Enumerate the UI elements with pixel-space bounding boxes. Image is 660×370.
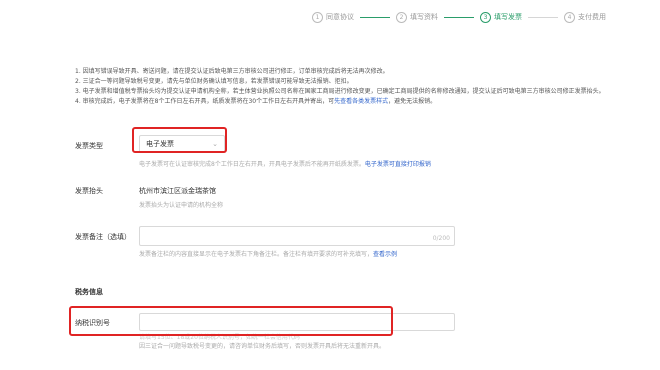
notice-text: ，避免无法报销。: [388, 98, 437, 105]
tax-id-hint-2: 因三证合一问题导致税号变更的，请咨询单位财务后填写，否则发票开具后将无法重新开具…: [139, 343, 386, 350]
notice-item: 3. 电子发票和增值税专票抬头均为提交认证申请机构全称，若主体营业执照公司名称在…: [75, 88, 605, 95]
progress-steps: 1 同意协议 2 填写资料 3 填写发票 4 支付费用: [312, 9, 660, 25]
remark-example-link[interactable]: 查看示例: [373, 251, 397, 258]
step-info: 2 填写资料: [396, 11, 438, 23]
tax-id-input[interactable]: [139, 313, 455, 331]
step-agree: 1 同意协议: [312, 11, 354, 23]
invoice-remark-hint: 发票备注栏的内容直接显示在电子发票右下角备注栏。备注栏有填开要求的可补充填写，查…: [139, 249, 397, 258]
print-invoice-link[interactable]: 电子发票可直接打印报销: [365, 161, 431, 168]
tax-id-hint: 请填写15位、18或20位纳税人识别号，如统一社会信用代码: [139, 334, 300, 341]
step-label: 同意协议: [326, 13, 354, 21]
invoice-type-hint: 电子发票可在认证审核完成8个工作日左右开具，开具电子发票后不能再开纸质发票。电子…: [139, 159, 431, 168]
invoice-type-label: 发票类型: [75, 142, 103, 150]
char-counter: 0/200: [432, 235, 450, 242]
step-number: 3: [480, 11, 491, 23]
invoice-type-value: 电子发票: [146, 140, 174, 148]
invoice-sample-link[interactable]: 先查看各类发票样式: [334, 98, 388, 105]
invoice-remark-textarea[interactable]: 0/200: [139, 226, 455, 246]
step-number: 2: [396, 11, 407, 23]
chevron-down-icon: ⌄: [212, 140, 218, 148]
step-label: 填写发票: [494, 13, 522, 21]
step-label: 支付费用: [578, 13, 606, 21]
step-connector: [528, 16, 558, 18]
notice-list: 1. 因填写错误导致开具、寄送问题，请在提交认证后致电第三方审核公司进行修正，订…: [75, 67, 657, 107]
step-number: 4: [564, 11, 575, 23]
step-label: 填写资料: [410, 13, 438, 21]
step-pay: 4 支付费用: [564, 11, 606, 23]
notice-item: 2. 三证合一等问题导致税号变更，请先与单位财务确认填写信息，若发票错误可能导致…: [75, 78, 353, 85]
hint-text: 发票备注栏的内容直接显示在电子发票右下角备注栏。备注栏有填开要求的可补充填写，: [139, 251, 374, 258]
step-connector: [444, 16, 474, 18]
invoice-title-value: 杭州市滨江区派金瑞茶馆: [139, 187, 216, 195]
tax-id-label: 纳税识别号: [75, 319, 110, 327]
notice-item: 1. 因填写错误导致开具、寄送问题，请在提交认证后致电第三方审核公司进行修正，订…: [75, 68, 389, 75]
notice-item: 4. 审核完成后，电子发票将在8个工作日左右开具，纸质发票将在30个工作日左右开…: [75, 97, 657, 107]
invoice-title-label: 发票抬头: [75, 187, 103, 195]
invoice-remark-label: 发票备注（选填）: [75, 233, 131, 241]
invoice-title-hint: 发票抬头为认证申请的机构全称: [139, 202, 224, 209]
invoice-type-select[interactable]: 电子发票 ⌄: [139, 135, 225, 153]
hint-text: 电子发票可在认证审核完成8个工作日左右开具，开具电子发票后不能再开纸质发票。: [139, 161, 365, 168]
notice-text: 4. 审核完成后，电子发票将在8个工作日左右开具，纸质发票将在30个工作日左右开…: [75, 98, 335, 105]
step-invoice: 3 填写发票: [480, 11, 522, 23]
tax-section-title: 税务信息: [75, 288, 103, 296]
step-number: 1: [312, 11, 323, 23]
step-connector: [360, 16, 390, 18]
